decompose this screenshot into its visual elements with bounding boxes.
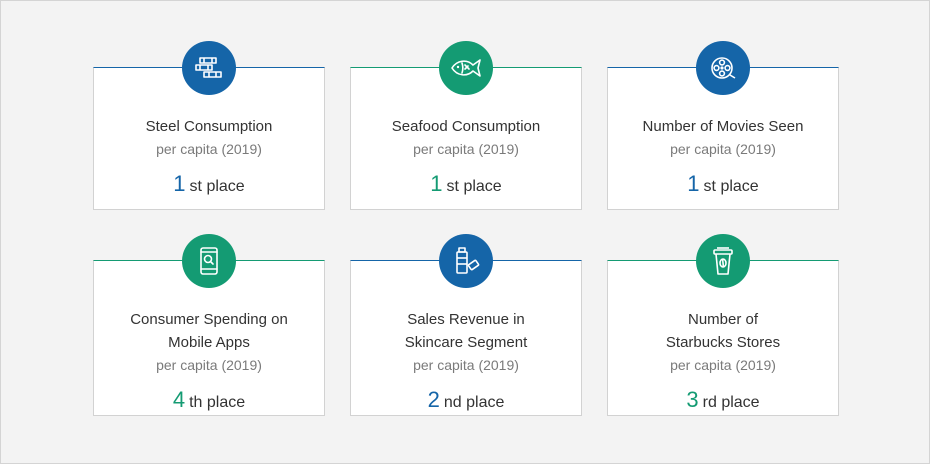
card-subtitle: per capita (2019) — [156, 357, 262, 373]
card-skincare-revenue: Sales Revenue in Skincare Segment per ca… — [350, 234, 582, 416]
skincare-products-icon — [439, 234, 493, 288]
card-content: Number of Movies Seen per capita (2019) … — [607, 115, 839, 197]
rank-number: 1 — [173, 171, 186, 196]
rank-suffix: rd place — [702, 394, 760, 411]
rank-suffix: th place — [189, 394, 246, 411]
rank-suffix: st place — [446, 178, 502, 195]
card-title: Seafood Consumption — [391, 118, 541, 135]
card-title: Number of Movies Seen — [642, 118, 804, 135]
card-title: Steel Consumption — [145, 118, 273, 135]
card-subtitle: per capita (2019) — [413, 357, 519, 373]
rank-number: 2 — [427, 387, 440, 412]
card-rank: 1st place — [93, 171, 325, 197]
film-reel-icon — [696, 41, 750, 95]
card-content: Number of Starbucks Stores per capita (2… — [607, 308, 839, 413]
rank-number: 3 — [686, 387, 699, 412]
card-title-line-1: Sales Revenue in — [407, 311, 525, 328]
infographic-frame: Steel Consumption per capita (2019) 1st … — [0, 0, 930, 464]
mobile-app-icon — [182, 234, 236, 288]
card-steel-consumption: Steel Consumption per capita (2019) 1st … — [93, 41, 325, 210]
rank-number: 1 — [430, 171, 443, 196]
card-content: Sales Revenue in Skincare Segment per ca… — [350, 308, 582, 413]
rankings-grid: Steel Consumption per capita (2019) 1st … — [93, 41, 839, 416]
steel-beams-icon — [182, 41, 236, 95]
card-movies-seen: Number of Movies Seen per capita (2019) … — [607, 41, 839, 210]
card-seafood-consumption: Seafood Consumption per capita (2019) 1s… — [350, 41, 582, 210]
card-rank: 1st place — [350, 171, 582, 197]
card-rank: 3rd place — [607, 387, 839, 413]
card-subtitle: per capita (2019) — [670, 141, 776, 157]
rank-number: 4 — [172, 387, 186, 412]
card-title-line-1: Number of — [687, 311, 759, 328]
coffee-cup-icon — [696, 234, 750, 288]
card-rank: 4th place — [93, 387, 325, 413]
card-title-line-2: Starbucks Stores — [665, 334, 781, 351]
card-title-line-2: Skincare Segment — [404, 334, 528, 351]
card-content: Consumer Spending on Mobile Apps per cap… — [93, 308, 325, 413]
card-content: Steel Consumption per capita (2019) 1st … — [93, 115, 325, 197]
rank-suffix: nd place — [443, 394, 505, 411]
card-content: Seafood Consumption per capita (2019) 1s… — [350, 115, 582, 197]
fish-icon — [439, 41, 493, 95]
card-subtitle: per capita (2019) — [156, 141, 262, 157]
rank-suffix: st place — [189, 178, 245, 195]
card-title-line-2: Mobile Apps — [168, 334, 250, 351]
card-rank: 2nd place — [350, 387, 582, 413]
card-title-line-1: Consumer Spending on — [130, 311, 288, 328]
card-starbucks-stores: Number of Starbucks Stores per capita (2… — [607, 234, 839, 416]
card-subtitle: per capita (2019) — [413, 141, 519, 157]
card-mobile-apps: Consumer Spending on Mobile Apps per cap… — [93, 234, 325, 416]
rank-suffix: st place — [703, 178, 759, 195]
rank-number: 1 — [687, 171, 700, 196]
card-rank: 1st place — [607, 171, 839, 197]
card-subtitle: per capita (2019) — [670, 357, 776, 373]
